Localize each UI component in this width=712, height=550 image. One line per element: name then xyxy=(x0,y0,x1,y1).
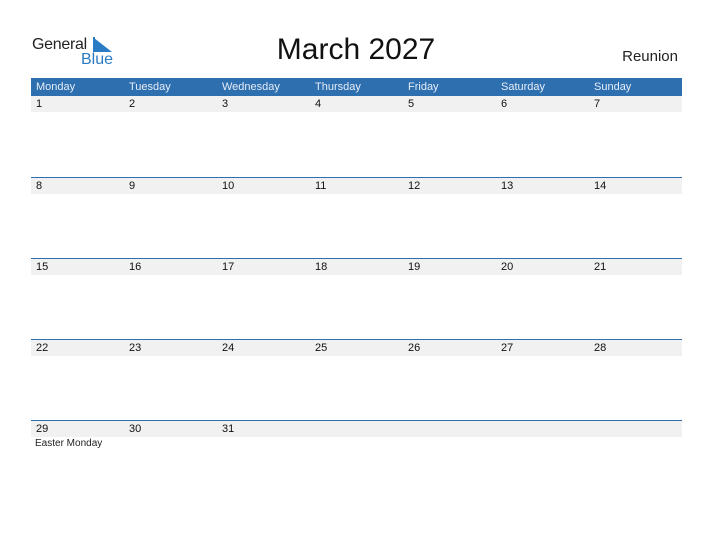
holiday-note xyxy=(589,437,682,450)
holiday-note xyxy=(217,437,310,450)
weekday-tuesday: Tuesday xyxy=(129,81,171,93)
date-cell xyxy=(310,421,403,437)
notes-row: Easter Monday xyxy=(31,437,682,450)
date-cell xyxy=(589,421,682,437)
calendar-grid: Monday Tuesday Wednesday Thursday Friday… xyxy=(31,78,682,501)
week-row: 22 23 24 25 26 27 28 xyxy=(31,339,682,420)
date-cell: 30 xyxy=(129,423,142,435)
date-band: 22 23 24 25 26 27 28 xyxy=(31,340,682,356)
week-row: 29 30 31 Easter Monday xyxy=(31,420,682,501)
date-cell: 8 xyxy=(36,180,43,192)
date-cell: 14 xyxy=(594,180,607,192)
holiday-note xyxy=(403,437,496,450)
week-row: 15 16 17 18 19 20 21 xyxy=(31,258,682,339)
holiday-note xyxy=(124,437,217,450)
weekday-header: Monday Tuesday Wednesday Thursday Friday… xyxy=(31,78,682,96)
holiday-note: Easter Monday xyxy=(35,438,103,449)
date-cell: 21 xyxy=(594,261,607,273)
date-band: 1 2 3 4 5 6 7 xyxy=(31,96,682,112)
date-cell: 3 xyxy=(222,98,229,110)
date-cell: 20 xyxy=(501,261,514,273)
date-cell: 15 xyxy=(36,261,49,273)
date-band: 8 9 10 11 12 13 14 xyxy=(31,178,682,194)
date-cell: 24 xyxy=(222,342,235,354)
date-cell: 19 xyxy=(408,261,421,273)
date-cell: 27 xyxy=(501,342,514,354)
date-cell: 22 xyxy=(36,342,49,354)
weekday-monday: Monday xyxy=(36,81,76,93)
weekday-friday: Friday xyxy=(408,81,439,93)
date-cell: 16 xyxy=(129,261,142,273)
date-cell: 9 xyxy=(129,180,136,192)
weekday-thursday: Thursday xyxy=(315,81,361,93)
weekday-wednesday: Wednesday xyxy=(222,81,280,93)
date-cell: 10 xyxy=(222,180,235,192)
date-cell: 13 xyxy=(501,180,514,192)
date-band: 29 30 31 xyxy=(31,421,682,437)
date-cell xyxy=(496,421,589,437)
date-cell: 12 xyxy=(408,180,421,192)
date-cell: 6 xyxy=(501,98,508,110)
date-cell: 5 xyxy=(408,98,415,110)
date-band: 15 16 17 18 19 20 21 xyxy=(31,259,682,275)
date-cell: 18 xyxy=(315,261,328,273)
holiday-note xyxy=(310,437,403,450)
week-row: 8 9 10 11 12 13 14 xyxy=(31,177,682,258)
weekday-sunday: Sunday xyxy=(594,81,632,93)
date-cell: 26 xyxy=(408,342,421,354)
date-cell: 4 xyxy=(315,98,322,110)
date-cell: 1 xyxy=(36,98,43,110)
date-cell xyxy=(403,421,496,437)
holiday-note xyxy=(496,437,589,450)
country-label: Reunion xyxy=(622,48,678,65)
date-cell: 29 xyxy=(36,423,49,435)
date-cell: 31 xyxy=(222,423,235,435)
week-row: 1 2 3 4 5 6 7 xyxy=(31,96,682,177)
date-cell: 23 xyxy=(129,342,142,354)
page-title: March 2027 xyxy=(276,33,436,66)
weekday-saturday: Saturday xyxy=(501,81,546,93)
date-cell: 28 xyxy=(594,342,607,354)
date-cell: 25 xyxy=(315,342,328,354)
date-cell: 2 xyxy=(129,98,136,110)
date-cell: 11 xyxy=(315,180,327,192)
date-cell: 17 xyxy=(222,261,235,273)
date-cell: 7 xyxy=(594,98,601,110)
